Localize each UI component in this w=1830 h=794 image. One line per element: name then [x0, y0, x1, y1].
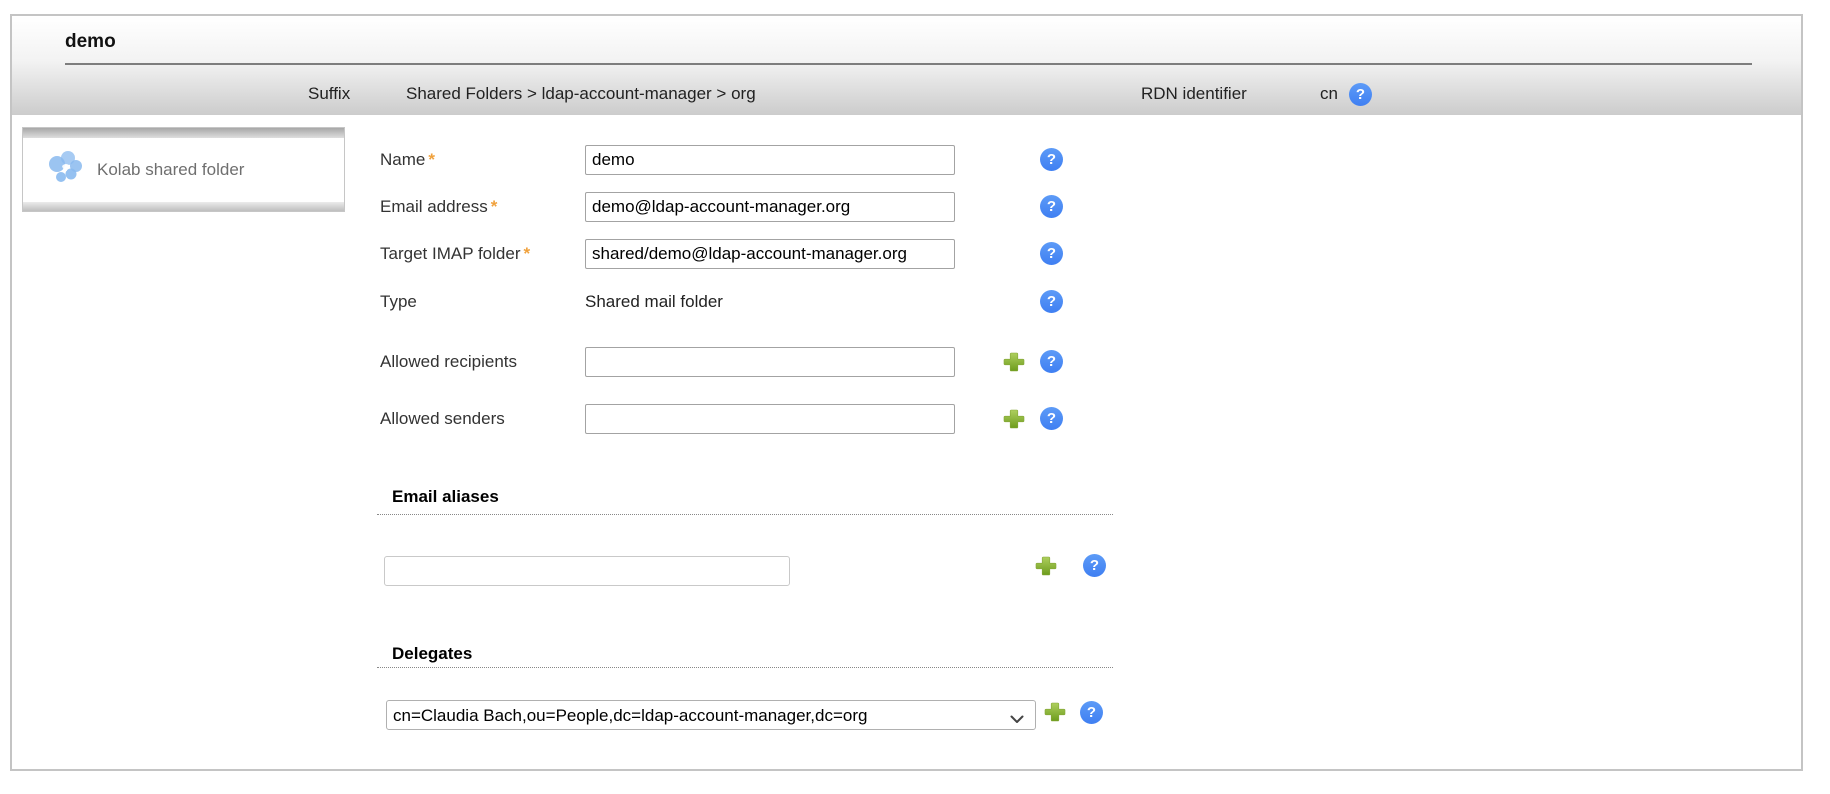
help-icon[interactable]: ?: [1040, 350, 1063, 373]
help-icon[interactable]: ?: [1040, 148, 1063, 171]
account-edit-window: demo Suffix Shared Folders > ldap-accoun…: [10, 14, 1803, 771]
add-icon[interactable]: [1003, 351, 1025, 373]
type-label: Type: [380, 292, 585, 312]
tab-inner: Kolab shared folder: [23, 138, 344, 202]
header-meta-bar: Suffix Shared Folders > ldap-account-man…: [12, 79, 1801, 109]
add-icon[interactable]: [1035, 555, 1057, 577]
title-divider: [65, 63, 1752, 65]
allowed-recipients-input[interactable]: [585, 347, 955, 377]
add-icon[interactable]: [1003, 408, 1025, 430]
allowed-recipients-label: Allowed recipients: [380, 352, 585, 372]
email-address-input[interactable]: [585, 192, 955, 222]
help-icon[interactable]: ?: [1040, 407, 1063, 430]
field-row-allowed-senders: Allowed senders ?: [380, 404, 955, 434]
name-label: Name*: [380, 150, 585, 170]
page-title: demo: [65, 31, 116, 53]
help-icon[interactable]: ?: [1040, 290, 1063, 313]
target-imap-folder-label: Target IMAP folder*: [380, 244, 585, 264]
delegates-section-title: Delegates: [377, 634, 1113, 668]
suffix-label: Suffix: [308, 79, 350, 109]
type-value: Shared mail folder: [585, 292, 723, 312]
rdn-identifier-value: cn: [1320, 79, 1338, 109]
help-icon[interactable]: ?: [1040, 195, 1063, 218]
tab-kolab-shared-folder[interactable]: Kolab shared folder: [22, 127, 345, 212]
field-row-allowed-recipients: Allowed recipients ?: [380, 347, 955, 377]
allowed-senders-label: Allowed senders: [380, 409, 585, 429]
name-input[interactable]: [585, 145, 955, 175]
allowed-senders-input[interactable]: [585, 404, 955, 434]
required-marker: *: [523, 244, 530, 263]
kolab-cloud-icon: [47, 149, 85, 192]
email-alias-input[interactable]: [384, 556, 790, 586]
field-row-email-address: Email address* ?: [380, 192, 955, 222]
content-area: Kolab shared folder Name* ? Email addres…: [12, 115, 1801, 769]
field-row-type: Type Shared mail folder ?: [380, 287, 723, 317]
field-row-target-imap-folder: Target IMAP folder* ?: [380, 239, 955, 269]
delegates-select[interactable]: cn=Claudia Bach,ou=People,dc=ldap-accoun…: [386, 700, 1036, 730]
required-marker: *: [491, 197, 498, 216]
add-icon[interactable]: [1044, 701, 1066, 723]
rdn-identifier-label: RDN identifier: [1141, 79, 1247, 109]
required-marker: *: [428, 150, 435, 169]
help-icon[interactable]: ?: [1080, 701, 1103, 724]
field-row-name: Name* ?: [380, 145, 955, 175]
target-imap-folder-input[interactable]: [585, 239, 955, 269]
help-icon[interactable]: ?: [1040, 242, 1063, 265]
email-address-label: Email address*: [380, 197, 585, 217]
help-icon[interactable]: ?: [1083, 554, 1106, 577]
help-icon[interactable]: ?: [1349, 83, 1372, 106]
tab-label: Kolab shared folder: [97, 160, 244, 180]
header: demo Suffix Shared Folders > ldap-accoun…: [12, 16, 1801, 115]
suffix-breadcrumb: Shared Folders > ldap-account-manager > …: [406, 79, 756, 109]
email-aliases-section-title: Email aliases: [377, 487, 1113, 515]
